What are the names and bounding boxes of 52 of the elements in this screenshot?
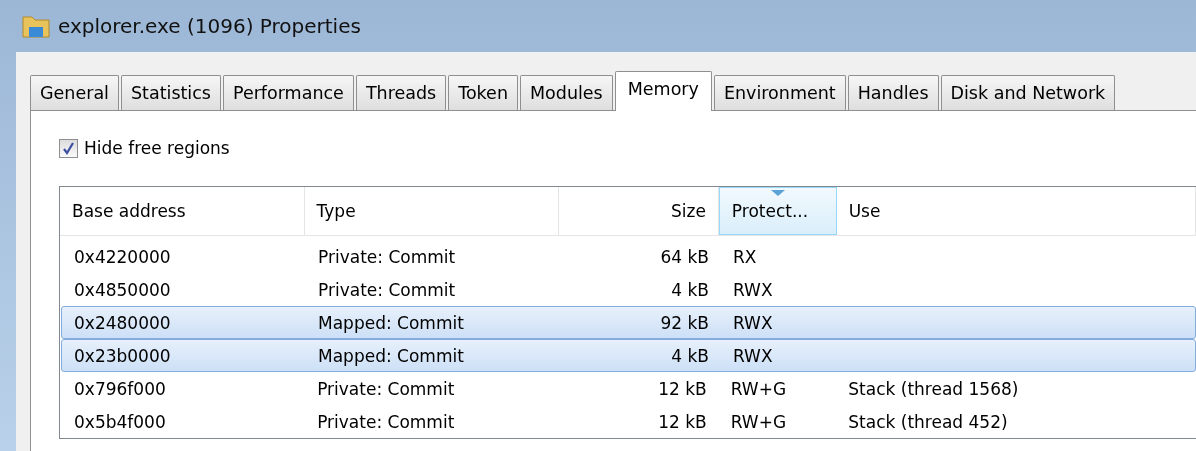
checkbox[interactable]: [59, 138, 78, 158]
tab[interactable]: Disk and Network: [940, 75, 1116, 110]
table-cell: 0x5b4f000: [74, 411, 166, 432]
folder-icon: [22, 13, 50, 39]
sort-arrow-icon: [770, 190, 785, 196]
table-cell: RW+G: [730, 378, 787, 399]
tab[interactable]: Environment: [713, 75, 846, 110]
table-cell: 0x23b0000: [74, 345, 171, 366]
tab[interactable]: Performance: [222, 75, 354, 110]
table-row[interactable]: 0x23b0000 Mapped: Commit 4 kB RWX: [61, 339, 1196, 372]
table-cell: RW+G: [730, 411, 787, 432]
table-cell: 64 kB: [660, 246, 709, 267]
window-title: explorer.exe (1096) Properties: [58, 14, 361, 38]
table-cell: 12 kB: [658, 378, 707, 399]
table-cell: RWX: [733, 345, 773, 366]
table-cell: Private: Commit: [317, 411, 455, 432]
table-cell: 0x796f000: [74, 378, 166, 399]
table-cell: Private: Commit: [318, 246, 456, 267]
tab[interactable]: Handles: [847, 75, 939, 110]
tab[interactable]: Token: [448, 75, 518, 110]
table-row[interactable]: 0x796f000 Private: Commit 12 kB RW+G Stack (thread 1568): [61, 372, 1196, 405]
tab[interactable]: General: [30, 75, 119, 110]
tab[interactable]: Memory: [614, 71, 712, 111]
column-header[interactable]: Type: [304, 187, 560, 235]
table-cell: 4 kB: [671, 279, 709, 300]
table-cell: Stack (thread 1568): [848, 378, 1019, 399]
column-header[interactable]: Use: [836, 187, 1196, 235]
table-cell: RWX: [733, 312, 773, 333]
table-cell: Mapped: Commit: [318, 312, 464, 333]
column-header[interactable]: Size: [559, 187, 719, 235]
tab[interactable]: Modules: [520, 75, 613, 110]
table-cell: Private: Commit: [318, 279, 456, 300]
table-cell: Private: Commit: [317, 378, 455, 399]
table-cell: RX: [733, 246, 757, 267]
table-cell: 92 kB: [660, 312, 709, 333]
table-row[interactable]: 0x4220000 Private: Commit 64 kB RX: [61, 240, 1196, 273]
tab[interactable]: Threads: [355, 75, 447, 110]
column-header[interactable]: Base address: [60, 187, 305, 235]
table-cell: 4 kB: [671, 345, 709, 366]
checkbox-label: Hide free regions: [84, 138, 230, 158]
table-cell: 0x4850000: [74, 279, 171, 300]
table-cell: 12 kB: [658, 411, 707, 432]
table-cell: 0x2480000: [74, 312, 171, 333]
table-cell: Mapped: Commit: [318, 345, 464, 366]
tab[interactable]: Statistics: [120, 75, 221, 110]
table-row[interactable]: 0x5b4f000 Private: Commit 12 kB RW+G Stack (thread 452): [61, 405, 1196, 438]
table-row[interactable]: 0x4850000 Private: Commit 4 kB RWX: [61, 273, 1196, 306]
table-row[interactable]: 0x2480000 Mapped: Commit 92 kB RWX: [61, 306, 1196, 339]
table-cell: Stack (thread 452): [848, 411, 1008, 432]
column-header[interactable]: Protect...: [718, 187, 837, 235]
table-cell: 0x4220000: [74, 246, 171, 267]
table-cell: RWX: [733, 279, 773, 300]
